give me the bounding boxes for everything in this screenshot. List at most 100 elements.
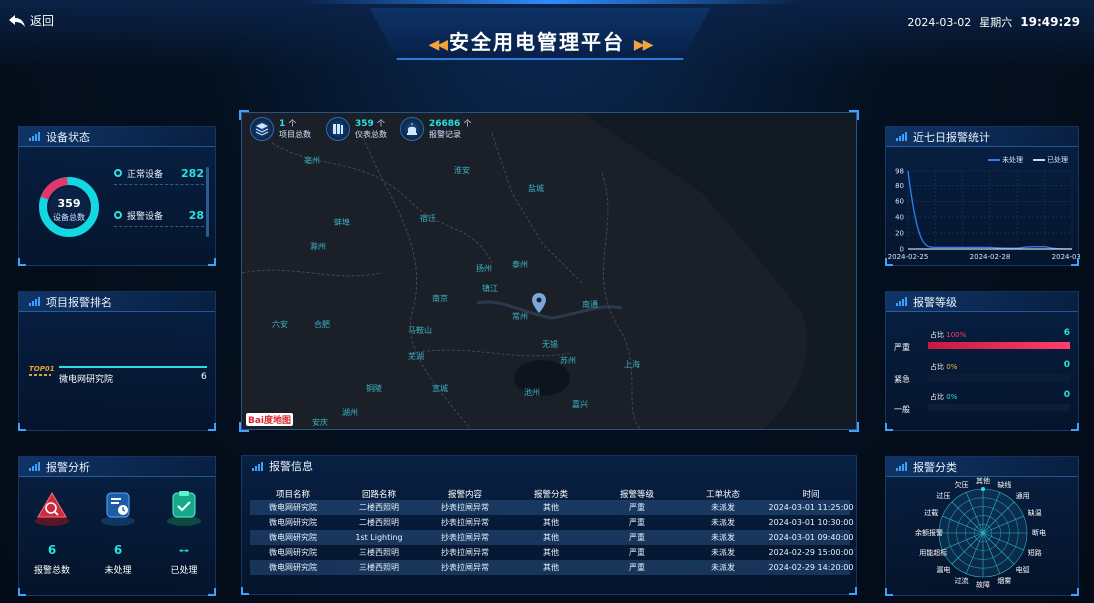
percent-value: 0% bbox=[946, 393, 958, 401]
table-cell: 严重 bbox=[629, 548, 645, 557]
map-city-label: 淮安 bbox=[454, 166, 470, 175]
bars-icon bbox=[252, 461, 263, 471]
current-weekday: 星期六 bbox=[979, 16, 1013, 29]
alarm-unhandled-item[interactable]: 6 未处理 bbox=[93, 487, 143, 576]
radar-axis-label: 漏电 bbox=[936, 565, 951, 574]
level-percent: 占比 0% bbox=[930, 392, 957, 402]
level-name: 紧急 bbox=[894, 375, 910, 384]
table-row[interactable]: 微电网研究院 三楼西照明 抄表拉闸异常 其他 严重 未派发 2024-02-29 15:00… bbox=[250, 545, 853, 560]
table-cell: 未派发 bbox=[711, 518, 735, 527]
current-time: 19:49:29 bbox=[1020, 15, 1080, 29]
map-city-label: 泰州 bbox=[512, 260, 528, 269]
map-city-label: 扬州 bbox=[476, 264, 492, 273]
table-row[interactable]: 微电网研究院 二楼西照明 抄表拉闸异常 其他 严重 未派发 2024-03-01 10:30… bbox=[250, 515, 853, 530]
table-cell: 2024-03-01 11:25:00 bbox=[768, 503, 854, 512]
level-bar-track bbox=[928, 342, 1070, 349]
y-tick-label: 98 bbox=[895, 168, 904, 176]
ring-icon bbox=[114, 211, 122, 219]
alarm-unhandled-label: 未处理 bbox=[104, 566, 132, 576]
table-header: 项目名称 回路名称 报警内容 报警分类 报警等级 工单状态 时间 bbox=[250, 488, 850, 500]
alarm-handled-item[interactable]: -- 已处理 bbox=[159, 487, 209, 576]
map-city-label: 嘉兴 bbox=[572, 400, 588, 409]
baidu-map-logo[interactable]: Bai度地图 bbox=[246, 413, 294, 426]
table-row[interactable]: 微电网研究院 二楼西照明 抄表拉闸异常 其他 严重 未派发 2024-03-01 11:25… bbox=[250, 500, 853, 515]
map-stat-unit: 个 bbox=[376, 119, 385, 128]
map-stat-value: 359 bbox=[355, 119, 374, 129]
table-cell: 1st Lighting bbox=[355, 533, 403, 542]
map-frame-corner-tr bbox=[849, 110, 859, 120]
alarm-handled-value: -- bbox=[179, 543, 189, 557]
datetime: 2024-03-02 星期六 19:49:29 bbox=[907, 14, 1080, 30]
radar-axis-label: 余额报警 bbox=[915, 529, 943, 537]
map-city-label: 苏州 bbox=[560, 356, 576, 365]
panel-title: 设备状态 bbox=[46, 130, 90, 144]
radar-axis-label: 过流 bbox=[954, 577, 969, 586]
radar-axis-label: 缺温 bbox=[1027, 509, 1042, 518]
map-city-label: 合肥 bbox=[314, 320, 330, 329]
table-cell: 其他 bbox=[543, 533, 559, 542]
table-cell: 抄表拉闸异常 bbox=[441, 518, 489, 527]
table-cell: 严重 bbox=[629, 563, 645, 572]
level-name: 严重 bbox=[894, 343, 910, 352]
device-row-label-wrap: 正常设备 bbox=[114, 167, 163, 180]
level-bar-track bbox=[928, 374, 1070, 381]
radar-axis-label: 通用 bbox=[1015, 492, 1030, 501]
x-tick-label: 2024-02-28 bbox=[970, 253, 1011, 261]
radar-axis-label: 过载 bbox=[924, 509, 939, 518]
legend-swatch bbox=[988, 159, 1000, 161]
rank-stripe bbox=[29, 374, 51, 376]
panel-title: 报警分析 bbox=[46, 460, 90, 474]
bars-icon bbox=[29, 132, 40, 141]
document-clock-icon bbox=[101, 492, 135, 526]
alarm-table: 项目名称 回路名称 报警内容 报警分类 报警等级 工单状态 时间 微电网研究院二… bbox=[250, 488, 853, 575]
alarm-category-panel: 报警分类 其他 缺线 通用 缺温 断电 短路 电弧 烟雾 故障 过流 漏电 用能超标 余额报警 过载 过压欠… bbox=[885, 456, 1079, 596]
table-row[interactable]: 微电网研究院 三楼西照明 抄表拉闸异常 其他 严重 未派发 2024-02-29 14:20… bbox=[250, 560, 853, 575]
map-city-label: 宿迁 bbox=[420, 214, 436, 223]
map-city-label: 湖州 bbox=[342, 408, 358, 417]
map-stat-label: 项目总数 bbox=[279, 130, 311, 139]
y-tick-label: 60 bbox=[895, 198, 904, 206]
radar-axis-label: 短路 bbox=[1027, 548, 1042, 557]
column-header: 项目名称 bbox=[275, 490, 310, 500]
table-row[interactable]: 微电网研究院 1st Lighting 抄表拉闸异常 其他 严重 未派发 2024-03-0… bbox=[250, 530, 853, 545]
rank-name: 微电网研究院 bbox=[59, 375, 114, 385]
map-stat-value: 26686 bbox=[429, 119, 461, 129]
table-cell: 抄表拉闸异常 bbox=[441, 503, 489, 512]
panel-header: 报警信息 bbox=[242, 456, 856, 476]
map-city-label: 南通 bbox=[582, 300, 598, 309]
level-value: 0 bbox=[1063, 360, 1070, 370]
map-frame-corner-tl bbox=[239, 110, 249, 120]
level-name: 一般 bbox=[894, 405, 910, 414]
panel-header: 近七日报警统计 bbox=[886, 127, 1078, 147]
bars-icon bbox=[896, 132, 907, 141]
alarm-search-icon bbox=[35, 492, 69, 526]
table-cell: 其他 bbox=[543, 503, 559, 512]
map-frame-corner-bl bbox=[239, 422, 249, 432]
scroll-indicator[interactable] bbox=[206, 167, 209, 237]
radar-axis-label: 缺线 bbox=[997, 480, 1012, 489]
device-total-label: 设备总数 bbox=[53, 213, 85, 222]
rank-item[interactable]: TOP01 微电网研究院 6 bbox=[29, 366, 209, 385]
table-cell: 微电网研究院 bbox=[269, 548, 317, 557]
map-view[interactable]: 1 个 项目总数 359 个 仪表总数 26686 个 报警记录 亳州 淮安 盐城蚌… bbox=[241, 112, 857, 430]
alarm-total-item[interactable]: 6 报警总数 bbox=[27, 487, 77, 576]
percent-value: 100% bbox=[946, 331, 967, 339]
weekly-alarm-panel: 近七日报警统计 未处理 已处理 0 20 40 60 80 98 2024-02-25 202… bbox=[885, 126, 1080, 266]
column-header: 报警内容 bbox=[447, 490, 482, 500]
layers-icon bbox=[250, 117, 274, 141]
map-city-label: 常州 bbox=[512, 312, 528, 321]
device-row-label: 报警设备 bbox=[127, 212, 164, 222]
table-cell: 2024-02-29 15:00:00 bbox=[768, 548, 854, 557]
table-cell: 微电网研究院 bbox=[269, 533, 317, 542]
map-city-label: 六安 bbox=[272, 320, 288, 329]
map-city-label: 安庆 bbox=[312, 418, 328, 427]
table-cell: 其他 bbox=[543, 548, 559, 557]
back-button[interactable]: 返回 bbox=[8, 12, 54, 29]
column-header: 时间 bbox=[802, 490, 820, 500]
percent-value: 0% bbox=[946, 363, 958, 371]
map-city-label: 南京 bbox=[432, 294, 448, 303]
map-frame-corner-br bbox=[849, 422, 859, 432]
map-city-label: 滁州 bbox=[310, 242, 326, 251]
radar-axis-label: 用能超标 bbox=[919, 548, 948, 557]
books-icon bbox=[326, 117, 350, 141]
